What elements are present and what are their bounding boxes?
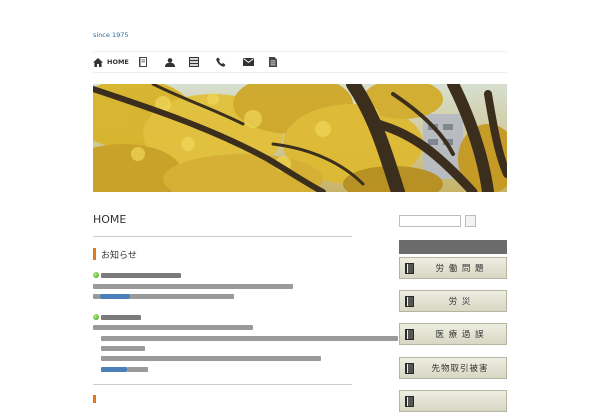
list-icon [189, 57, 199, 67]
nav-item-2[interactable] [139, 54, 163, 70]
news-bullet-icon [93, 272, 99, 278]
news-item-link[interactable] [100, 294, 130, 299]
sidebar-button-label: 先物取引被害 [431, 364, 489, 374]
phone-icon [216, 57, 226, 67]
news-item-text [93, 325, 253, 330]
nav-divider [93, 72, 507, 73]
news-item-text [101, 346, 145, 351]
nav-item-5[interactable] [216, 54, 242, 70]
nav-item-3[interactable] [165, 54, 191, 70]
home-icon [93, 57, 103, 67]
news-item-text [93, 284, 293, 289]
nav-label [228, 60, 242, 65]
news-item-text [101, 356, 321, 361]
news-item-text [127, 367, 148, 372]
page-title: HOME [93, 213, 127, 226]
search-button[interactable] [465, 215, 476, 227]
nav-item-4[interactable] [189, 54, 215, 70]
news-item-text [93, 294, 100, 299]
nav-label [256, 60, 270, 65]
sidebar-button-label: 労 働 問 題 [435, 264, 485, 274]
sidebar-button-more[interactable] [399, 390, 507, 412]
book-icon [405, 395, 414, 407]
sidebar-button-label: 医 療 過 誤 [435, 330, 485, 340]
sidebar-button-label: 労 災 [448, 297, 472, 307]
sidebar-button-labor[interactable]: 労 働 問 題 [399, 257, 507, 279]
news-bullet-icon [93, 314, 99, 320]
document-icon [269, 57, 277, 67]
nav-label [149, 60, 163, 65]
news-item-link[interactable] [101, 367, 127, 372]
section-title: お知らせ [101, 250, 137, 261]
content-divider [93, 384, 352, 385]
news-item-title [101, 273, 181, 278]
nav-label [201, 60, 215, 65]
nav-item-home[interactable]: HOME [93, 54, 129, 70]
mail-icon [243, 58, 254, 66]
nav-item-6[interactable] [243, 54, 270, 70]
section-accent-bar [93, 248, 96, 260]
main-nav: HOME [93, 54, 507, 70]
section-accent-bar [93, 395, 96, 403]
news-item-text [130, 294, 234, 299]
sidebar-button-workers-comp[interactable]: 労 災 [399, 290, 507, 312]
nav-item-7[interactable] [269, 54, 301, 70]
person-icon [165, 57, 175, 67]
news-item-title [101, 315, 141, 320]
sidebar-button-futures[interactable]: 先物取引被害 [399, 357, 507, 379]
ginkgo-banner-illustration [93, 84, 507, 192]
nav-label [279, 60, 301, 65]
section-heading-news: お知らせ [93, 248, 137, 261]
search-input[interactable] [399, 215, 461, 227]
title-divider [93, 236, 352, 237]
since-tagline: since 1975 [93, 31, 129, 39]
book-icon [139, 57, 147, 67]
banner-image [93, 84, 507, 192]
news-item-text [101, 336, 398, 341]
sidebar-button-malpractice[interactable]: 医 療 過 誤 [399, 323, 507, 345]
sidebar-header-bar [399, 240, 507, 254]
header-divider [93, 51, 507, 52]
nav-home-label: HOME [107, 58, 129, 66]
